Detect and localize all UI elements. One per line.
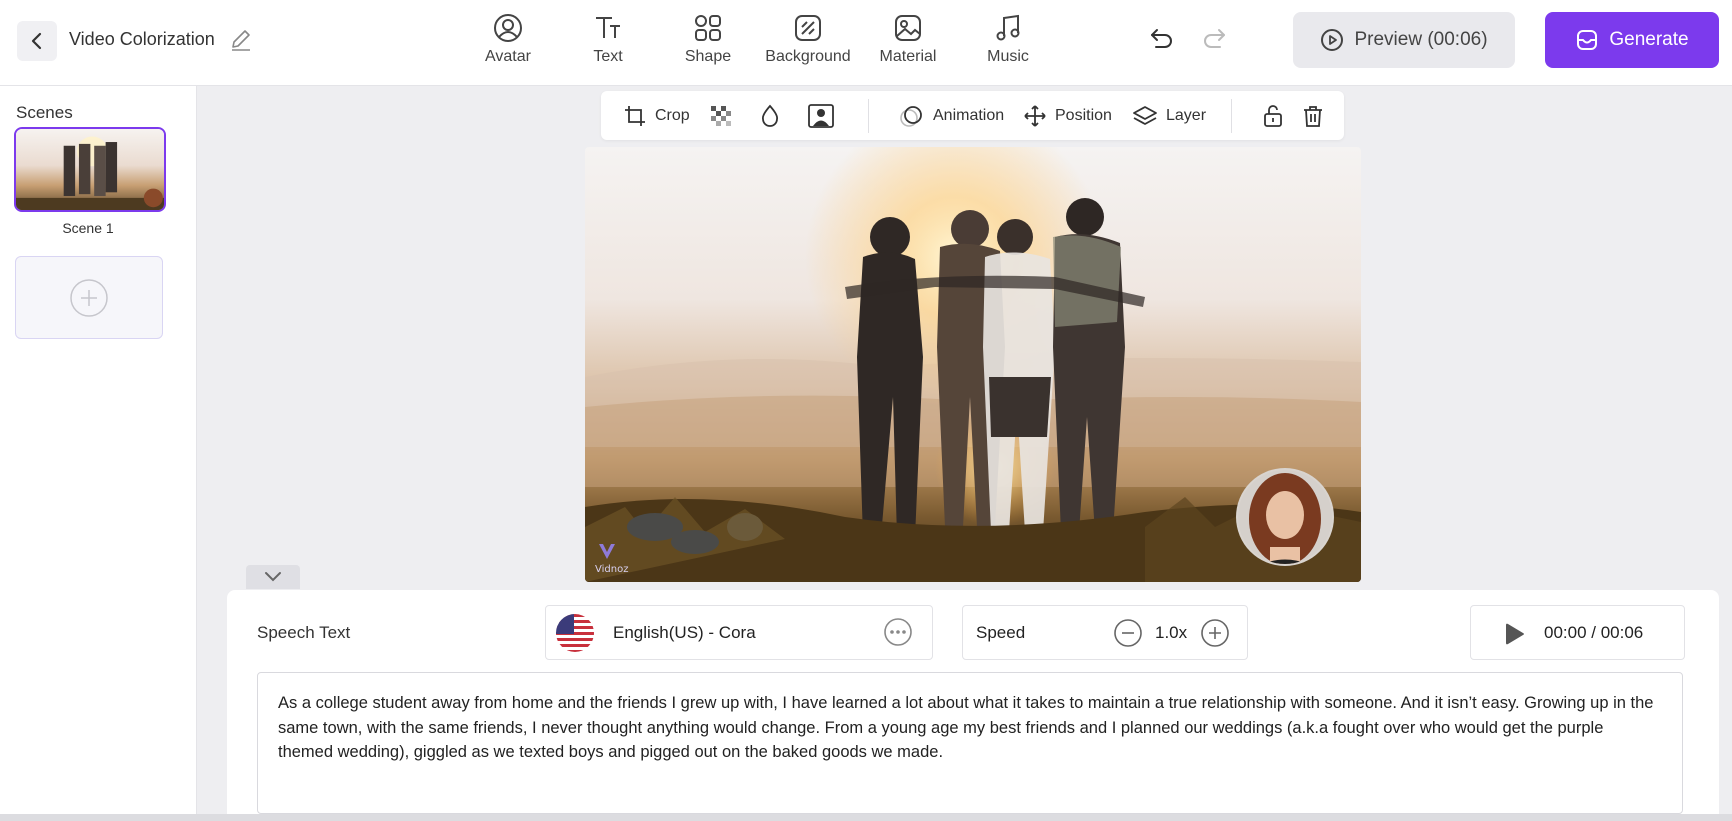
portrait-icon [808,103,834,128]
back-button[interactable] [17,21,57,61]
music-icon [996,14,1020,41]
scene-label: Scene 1 [62,220,114,236]
scene-thumbnail[interactable] [14,127,166,212]
image-icon [895,15,921,41]
unlock-icon [1264,104,1282,127]
speech-textarea[interactable]: As a college student away from home and … [257,672,1683,814]
tool-shape-label: Shape [684,48,732,65]
animation-icon [900,105,922,127]
tool-text-label: Text [593,48,623,65]
more-icon [884,618,912,646]
trash-icon [1304,105,1322,127]
position-label: Position [1055,106,1112,124]
move-icon [1024,104,1046,127]
generate-button[interactable]: Generate [1545,12,1719,68]
transparency-button[interactable] [709,91,733,140]
plus-circle-icon [1201,619,1229,647]
preview-label: Preview (00:06) [1354,29,1488,50]
video-canvas[interactable]: Vidnoz [585,147,1361,582]
audio-player: 00:00 / 00:06 [1470,605,1685,660]
speed-value: 1.0x [1155,623,1188,642]
scenes-title: Scenes [16,103,73,122]
voice-name: English(US) - Cora [613,623,756,642]
animation-label: Animation [933,106,1005,124]
scene-image: Vidnoz [585,147,1361,582]
generate-label: Generate [1609,29,1689,50]
canvas-toolbar: Crop Animation Position Layer [601,91,1344,140]
redo-icon [1204,29,1225,48]
play-circle-icon [1321,29,1344,51]
tool-avatar-label: Avatar [485,48,531,65]
play-button[interactable] [1503,623,1525,650]
speed-label: Speed [976,623,1026,642]
play-icon [1506,623,1524,645]
tool-avatar[interactable]: Avatar [463,12,553,66]
bottom-scroll-strip [0,814,1732,821]
speed-decrease-button[interactable] [1113,618,1143,653]
crop-icon [625,105,645,126]
speed-control: Speed 1.0x [962,605,1248,660]
preview-button[interactable]: Preview (00:06) [1293,12,1515,68]
scene-thumbnail-image [16,129,164,210]
tool-background[interactable]: Background [763,12,853,66]
layers-icon [1133,105,1157,125]
shape-icon [695,15,721,41]
pencil-icon[interactable] [228,27,254,58]
add-scene-button[interactable] [15,256,163,339]
speech-panel: Speech Text English(US) - Cora Speed 1.0… [227,590,1719,821]
tool-material[interactable]: Material [863,12,953,66]
delete-button[interactable] [1301,91,1325,140]
speech-text-label: Speech Text [257,623,351,642]
animation-button[interactable]: Animation [899,91,1004,140]
voice-selector[interactable]: English(US) - Cora [545,605,933,660]
tool-text[interactable]: Text [563,12,653,66]
lock-button[interactable] [1261,91,1285,140]
tool-music-label: Music [987,48,1029,65]
layer-label: Layer [1166,106,1207,124]
top-bar: Video Colorization Avatar Text Shape Bac… [0,0,1732,86]
tool-music[interactable]: Music [963,12,1053,66]
redo-button [1200,25,1228,58]
text-icon [596,17,620,38]
play-time: 00:00 / 00:06 [1544,623,1644,642]
layer-button[interactable]: Layer [1132,91,1206,140]
undo-button[interactable] [1148,25,1176,58]
toolbar-divider [1231,99,1232,133]
chevron-left-icon [31,32,42,50]
transparency-icon [711,105,731,126]
toolbar-divider [868,99,869,133]
collapse-panel-button[interactable] [246,565,300,589]
voice-options-button[interactable] [883,617,913,652]
avatar-icon [494,14,522,42]
crop-button[interactable]: Crop [623,91,690,140]
generate-icon [1577,30,1598,50]
position-button[interactable]: Position [1023,91,1112,140]
tool-shape[interactable]: Shape [663,12,753,66]
speed-increase-button[interactable] [1200,618,1230,653]
scenes-sidebar: Scenes Scene 1 [0,86,197,821]
background-icon [795,15,821,41]
crop-label: Crop [655,106,690,124]
tool-background-label: Background [765,48,851,65]
tool-material-label: Material [879,48,937,65]
minus-circle-icon [1114,619,1142,647]
chevron-down-icon [265,572,281,582]
remove-background-button[interactable] [808,91,834,140]
watermark-text: Vidnoz [595,564,628,575]
project-title[interactable]: Video Colorization [69,29,215,50]
us-flag-icon [556,614,594,652]
plus-circle-icon [70,278,108,317]
color-adjust-button[interactable] [758,91,782,140]
droplet-icon [761,104,779,127]
undo-icon [1151,29,1172,48]
